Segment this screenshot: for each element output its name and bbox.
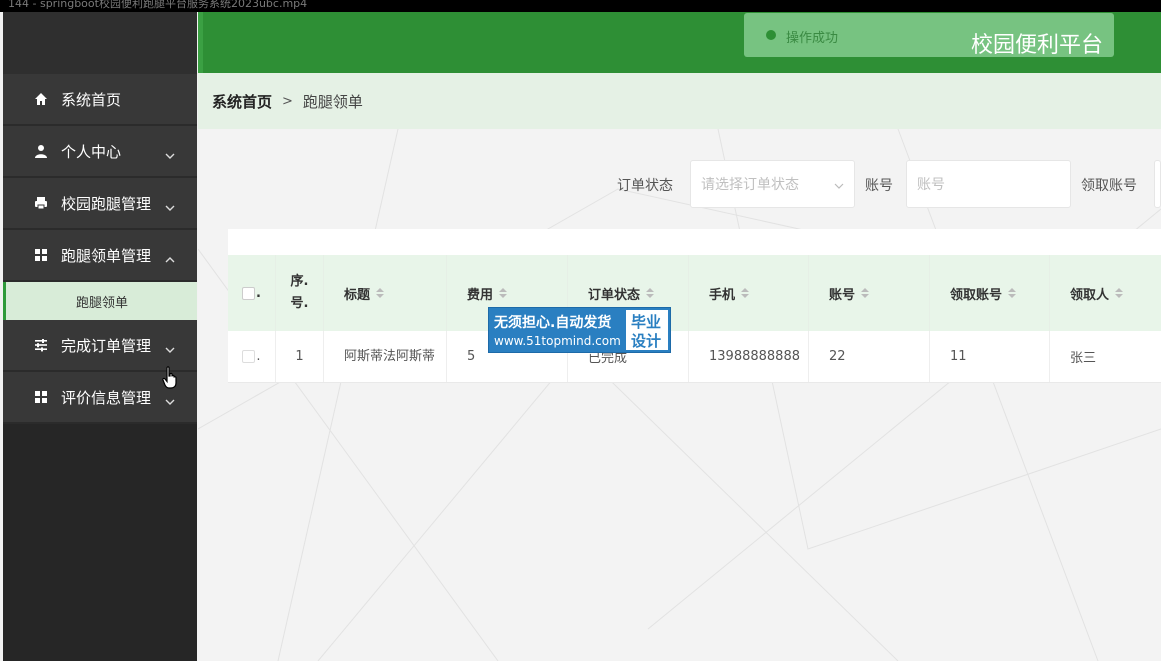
header-receiver-account[interactable]: 领取账号 bbox=[930, 255, 1050, 331]
table-toolbar bbox=[228, 229, 1161, 255]
user-icon bbox=[33, 143, 49, 159]
header-title[interactable]: 标题 bbox=[324, 255, 447, 331]
header-title-label: 标题 bbox=[344, 287, 371, 303]
sidebar-item-label: 完成订单管理 bbox=[61, 336, 152, 355]
table-header: . 序.号. 标题 费用 订单状态 手机 账号 领取账号 领取人 bbox=[228, 255, 1161, 331]
header-status-label: 订单状态 bbox=[588, 287, 641, 303]
sidebar-item-label: 跑腿领单管理 bbox=[61, 246, 152, 265]
sidebar-item-home[interactable]: 系统首页 bbox=[3, 74, 197, 126]
header-fee-label: 费用 bbox=[467, 287, 494, 303]
header-phone[interactable]: 手机 bbox=[689, 255, 809, 331]
watermark-line1: 无须担心.自动发货 bbox=[494, 315, 612, 331]
sidebar-item-profile[interactable]: 个人中心 bbox=[3, 126, 197, 178]
background-pattern bbox=[198, 129, 1161, 661]
chevron-down-icon bbox=[834, 177, 844, 193]
cell-title-text: 阿斯蒂法阿斯蒂 bbox=[344, 348, 436, 364]
sidebar-item-completed-orders[interactable]: 完成订单管理 bbox=[3, 320, 197, 372]
header-index-label: 序.号. bbox=[290, 274, 309, 311]
row-select-cell: . bbox=[228, 331, 276, 382]
header-account-label: 账号 bbox=[829, 287, 856, 303]
cell-receiver: 张三 bbox=[1070, 351, 1097, 366]
sidebar-header bbox=[3, 12, 197, 74]
hand-cursor-icon bbox=[162, 366, 178, 394]
account-input[interactable]: 账号 bbox=[906, 160, 1071, 208]
sidebar-subitem-order-taking[interactable]: 跑腿领单 bbox=[3, 282, 197, 320]
sort-icon[interactable] bbox=[1008, 288, 1017, 298]
sliders-icon bbox=[33, 337, 49, 353]
order-status-label: 订单状态 bbox=[617, 178, 673, 194]
chevron-up-icon bbox=[165, 249, 175, 267]
sidebar-item-label: 系统首页 bbox=[61, 90, 122, 109]
breadcrumb: 系统首页 > 跑腿领单 bbox=[198, 73, 1161, 129]
sidebar-item-errand-management[interactable]: 校园跑腿管理 bbox=[3, 178, 197, 230]
sort-icon[interactable] bbox=[646, 288, 655, 298]
breadcrumb-separator: > bbox=[282, 93, 293, 109]
printer-icon bbox=[33, 195, 49, 211]
order-status-placeholder: 请选择订单状态 bbox=[701, 177, 799, 193]
watermark-side: 毕业 设计 bbox=[624, 308, 670, 352]
account-label: 账号 bbox=[865, 178, 893, 194]
select-all-checkbox[interactable] bbox=[242, 286, 256, 300]
chevron-down-icon bbox=[165, 339, 175, 357]
watermark-text: 无须担心.自动发货 www.51topmind.com bbox=[489, 308, 624, 352]
sidebar: 系统首页 个人中心 校园跑腿管理 跑腿领单管理 跑腿领单 完成订单管理 评价信息… bbox=[3, 12, 197, 661]
sort-icon[interactable] bbox=[376, 288, 385, 298]
header-phone-label: 手机 bbox=[709, 287, 736, 303]
grid-icon bbox=[33, 389, 49, 405]
header-account[interactable]: 账号 bbox=[809, 255, 930, 331]
content-area bbox=[198, 129, 1161, 661]
select-all-cell: . bbox=[228, 255, 276, 331]
brand-title: 校园便利平台 bbox=[970, 33, 1103, 58]
breadcrumb-current: 跑腿领单 bbox=[302, 92, 363, 111]
video-title-bar: 144 - springboot校园便利跑腿平台服务系统2023ubc.mp4 bbox=[0, 0, 1161, 12]
video-title: 144 - springboot校园便利跑腿平台服务系统2023ubc.mp4 bbox=[8, 0, 308, 10]
cell-title: 阿斯蒂法阿斯蒂 bbox=[324, 331, 447, 382]
order-status-select[interactable]: 请选择订单状态 bbox=[690, 160, 855, 208]
sort-icon[interactable] bbox=[861, 288, 870, 298]
watermark-badge: 无须担心.自动发货 www.51topmind.com 毕业 设计 bbox=[488, 307, 671, 353]
watermark-side1: 毕业 bbox=[631, 313, 662, 331]
watermark-side2: 设计 bbox=[631, 332, 662, 350]
receiver-account-input[interactable] bbox=[1154, 160, 1161, 208]
cell-account: 22 bbox=[809, 331, 930, 382]
toast-message: 操作成功 bbox=[786, 31, 839, 46]
header-receiver-account-label: 领取账号 bbox=[950, 287, 1003, 303]
header-receiver-label: 领取人 bbox=[1070, 287, 1110, 303]
row-checkbox[interactable] bbox=[242, 350, 256, 363]
watermark-line2: www.51topmind.com bbox=[494, 334, 621, 348]
sidebar-item-order-taking-management[interactable]: 跑腿领单管理 bbox=[3, 230, 197, 282]
sidebar-item-label: 个人中心 bbox=[61, 142, 122, 161]
home-icon bbox=[33, 91, 49, 107]
cell-phone: 13988888888 bbox=[689, 331, 809, 382]
account-placeholder: 账号 bbox=[917, 177, 945, 193]
cell-receiver-account: 11 bbox=[930, 331, 1050, 382]
sidebar-item-label: 评价信息管理 bbox=[61, 388, 152, 407]
sort-icon[interactable] bbox=[499, 288, 508, 298]
breadcrumb-home[interactable]: 系统首页 bbox=[212, 91, 272, 112]
sidebar-item-label: 校园跑腿管理 bbox=[61, 194, 152, 213]
chevron-down-icon bbox=[165, 145, 175, 163]
header-index: 序.号. bbox=[276, 255, 324, 331]
sort-icon[interactable] bbox=[1115, 288, 1124, 298]
sort-icon[interactable] bbox=[741, 288, 750, 298]
chevron-down-icon bbox=[165, 197, 175, 215]
receiver-account-label: 领取账号 bbox=[1081, 178, 1137, 194]
cell-index: 1 bbox=[276, 331, 324, 382]
header-receiver[interactable]: 领取人 bbox=[1050, 255, 1161, 331]
cell-phone-text: 13988888888 bbox=[709, 348, 800, 364]
success-icon bbox=[766, 30, 776, 40]
grid-icon bbox=[33, 247, 49, 263]
table-row[interactable]: . 1 阿斯蒂法阿斯蒂 5 已完成 13988888888 22 11 张三 bbox=[228, 331, 1161, 383]
sidebar-subitem-label: 跑腿领单 bbox=[76, 295, 129, 311]
